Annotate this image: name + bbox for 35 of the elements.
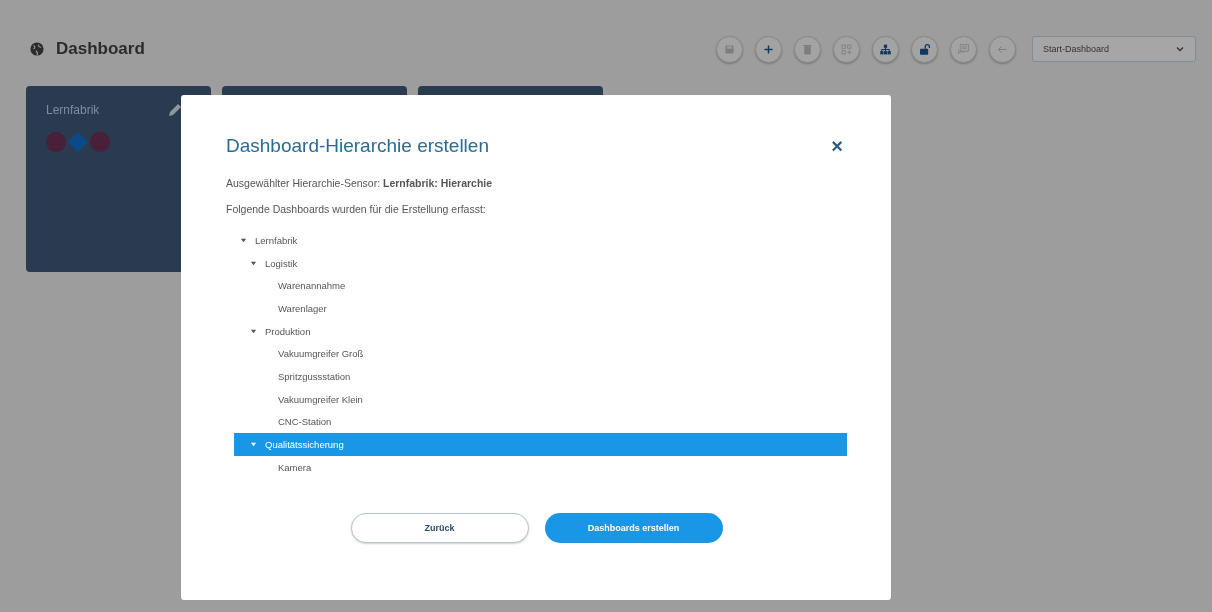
tree-item[interactable]: Lernfabrik xyxy=(234,229,847,252)
caret-icon[interactable] xyxy=(240,236,247,244)
tree-item[interactable]: Vakuumgreifer Klein xyxy=(234,387,847,411)
pencil-icon[interactable] xyxy=(167,102,183,118)
intro-text: Folgende Dashboards wurden für die Erstellung erfasst: xyxy=(226,203,487,215)
globe-icon xyxy=(30,42,44,56)
dashboard-select[interactable]: Start-Dashboard xyxy=(1032,36,1196,62)
tree-item[interactable]: Warenannahme xyxy=(234,274,847,298)
page-title: Dashboard xyxy=(56,39,145,59)
floppy-icon xyxy=(723,42,736,56)
tree-item[interactable]: Spritzgussstation xyxy=(234,365,847,388)
comment-icon xyxy=(957,42,970,56)
lock-button[interactable] xyxy=(911,35,938,63)
back-button[interactable]: Zurück xyxy=(350,512,529,543)
hierarchy-icon xyxy=(879,42,892,56)
caret-icon[interactable] xyxy=(250,259,257,267)
sensor-text: Ausgewählter Hierarchie-Sensor: Lernfabrik: Hierarchie xyxy=(226,177,494,189)
tree-item[interactable]: Produktion xyxy=(234,319,847,343)
tree-item[interactable]: Warenlager xyxy=(234,297,847,320)
grid-plus-icon xyxy=(840,42,853,56)
card-title: Lernfabrik xyxy=(46,103,100,117)
plus-icon xyxy=(762,42,775,56)
trash-icon xyxy=(801,42,814,56)
tree-item[interactable]: Logistik xyxy=(234,251,847,275)
chevron-down-icon xyxy=(1175,44,1185,54)
dialog-title: Dashboard-Hierarchie erstellen xyxy=(226,135,489,157)
tree-item[interactable]: Kamera xyxy=(234,455,847,479)
add-button[interactable] xyxy=(755,35,782,63)
padlock-icon xyxy=(918,42,931,56)
caret-icon[interactable] xyxy=(250,327,257,335)
caret-icon[interactable] xyxy=(250,441,257,449)
tree-item[interactable]: Vakuumgreifer Groß xyxy=(234,342,847,366)
hierarchy-button[interactable] xyxy=(872,35,899,63)
tree-item[interactable]: CNC-Station xyxy=(234,410,847,434)
close-button[interactable]: × xyxy=(827,136,847,156)
